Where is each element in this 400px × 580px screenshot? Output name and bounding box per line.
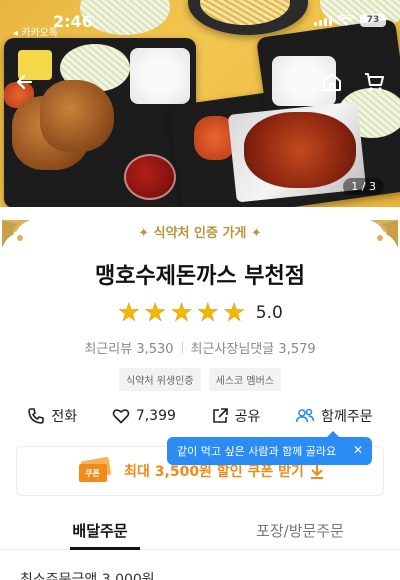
store-photo[interactable]: ◂ 카카오톡 2:46 73 1 / 3 bbox=[0, 0, 400, 207]
coupon-icon: 쿠폰 bbox=[76, 457, 114, 485]
recent-reviews-count: 3,530 bbox=[136, 342, 174, 357]
cesco-badge[interactable]: 세스코 멤버스 bbox=[208, 368, 281, 391]
rice-portion bbox=[130, 48, 190, 104]
group-order-button[interactable]: 함께주문 bbox=[295, 406, 373, 426]
tooltip-text: 같이 먹고 싶은 사람과 함께 골라요 bbox=[177, 445, 337, 458]
hygiene-badge[interactable]: 식약처 위생인증 bbox=[119, 368, 201, 391]
recent-reviews-link[interactable]: 최근리뷰 3,530 bbox=[84, 338, 173, 357]
tab-delivery[interactable]: 배달주문 bbox=[0, 512, 200, 550]
group-order-tooltip: 같이 먹고 싶은 사람과 함께 골라요 ✕ bbox=[167, 431, 372, 465]
cart-button[interactable] bbox=[360, 68, 388, 96]
order-type-tabs: 배달주문 포장/방문주문 bbox=[0, 512, 400, 550]
divider bbox=[181, 342, 183, 353]
heart-icon bbox=[112, 409, 130, 424]
star-icon: ★ bbox=[143, 298, 167, 328]
call-button[interactable]: 전화 bbox=[27, 406, 77, 426]
tab-pickup[interactable]: 포장/방문주문 bbox=[200, 512, 400, 549]
like-count: 7,399 bbox=[135, 408, 176, 424]
star-icon: ★ bbox=[222, 298, 246, 328]
certification-label: ✦ 식약처 인증 가게 ✦ bbox=[0, 222, 400, 241]
action-bar: 전화 7,399 공유 함께주문 bbox=[0, 402, 400, 430]
status-bar: ◂ 카카오톡 2:46 73 bbox=[0, 10, 400, 39]
coupon-icon-label: 쿠폰 bbox=[85, 469, 100, 478]
call-label: 전화 bbox=[51, 409, 78, 425]
home-icon bbox=[323, 73, 341, 91]
group-order-label: 함께주문 bbox=[321, 409, 373, 425]
store-name: 맹호수제돈까스 부천점 bbox=[94, 264, 306, 289]
owner-comments-count: 3,579 bbox=[278, 342, 316, 357]
review-counts: 최근리뷰 3,530 최근사장님댓글 3,579 bbox=[0, 338, 400, 357]
back-to-app-label[interactable]: ◂ 카카오톡 bbox=[13, 24, 58, 39]
share-label: 공유 bbox=[234, 409, 261, 425]
arrow-left-icon bbox=[16, 74, 33, 90]
photo-counter: 1 / 3 bbox=[343, 178, 384, 195]
home-button[interactable] bbox=[318, 68, 346, 96]
close-icon[interactable]: ✕ bbox=[353, 443, 363, 457]
status-time: 2:46 bbox=[53, 12, 93, 31]
star-icon: ★ bbox=[196, 298, 220, 328]
rating-value: 5.0 bbox=[255, 303, 283, 323]
certification-text: 식약처 인증 가게 bbox=[153, 226, 247, 241]
like-button[interactable]: 7,399 bbox=[112, 407, 176, 425]
phone-icon bbox=[28, 408, 45, 424]
badge-row: 식약처 위생인증 세스코 멤버스 bbox=[0, 368, 400, 391]
rating-row: ★ ★ ★ ★ ★ 5.0 bbox=[0, 300, 400, 326]
people-icon bbox=[295, 408, 315, 423]
pork-cutlet-b bbox=[40, 80, 114, 152]
diamond-icon: ✦ bbox=[138, 226, 154, 241]
sauce-cup bbox=[124, 154, 176, 200]
min-order-amount: 최소주문금액 3,000원 bbox=[20, 572, 155, 580]
status-icons: 73 bbox=[314, 14, 386, 27]
star-icon: ★ bbox=[169, 298, 194, 328]
diamond-icon: ✦ bbox=[246, 226, 262, 241]
wifi-icon bbox=[338, 14, 354, 26]
back-button[interactable] bbox=[10, 68, 38, 96]
owner-comments-link[interactable]: 최근사장님댓글 3,579 bbox=[191, 338, 316, 357]
star-icon: ★ bbox=[117, 298, 141, 328]
battery-icon: 73 bbox=[360, 14, 386, 27]
recent-reviews-label: 최근리뷰 bbox=[84, 342, 133, 357]
spicy-pork bbox=[244, 112, 356, 188]
cart-icon bbox=[365, 73, 384, 91]
certification-banner: ✦ 식약처 인증 가게 ✦ bbox=[0, 218, 400, 248]
star-rating: ★ ★ ★ ★ ★ bbox=[117, 300, 246, 326]
signal-icon bbox=[314, 15, 332, 26]
share-icon bbox=[212, 408, 228, 423]
share-button[interactable]: 공유 bbox=[211, 406, 261, 426]
owner-comments-label: 최근사장님댓글 bbox=[190, 342, 275, 357]
download-icon bbox=[310, 464, 323, 479]
